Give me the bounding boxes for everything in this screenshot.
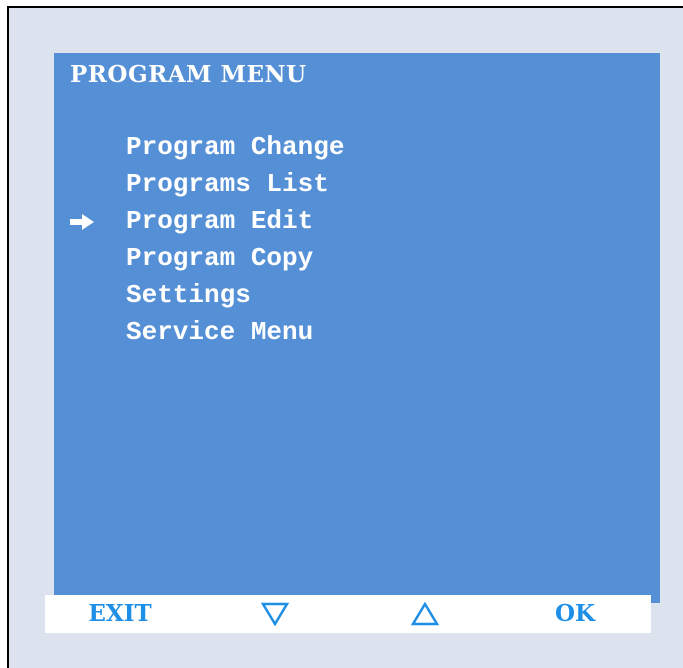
down-button[interactable] [250, 595, 300, 633]
arrow-right-icon [70, 214, 94, 230]
triangle-up-icon [411, 602, 439, 626]
menu-item-label: Service Menu [126, 317, 314, 347]
softkey-bar: EXIT OK [45, 595, 651, 633]
page-title: PROGRAM MENU [70, 61, 307, 88]
menu-item-label: Program Copy [126, 243, 314, 273]
menu-item-service-menu[interactable]: Service Menu [54, 314, 660, 351]
menu-item-label: Programs List [126, 169, 329, 199]
menu-item-label: Settings [126, 280, 251, 310]
menu-item-label: Program Edit [126, 206, 314, 236]
menu-item-programs-list[interactable]: Programs List [54, 166, 660, 203]
menu-item-program-change[interactable]: Program Change [54, 129, 660, 166]
up-button[interactable] [400, 595, 450, 633]
lcd-screen: PROGRAM MENU Program Change Programs Lis… [54, 53, 660, 603]
exit-button[interactable]: EXIT [75, 595, 165, 633]
menu-item-settings[interactable]: Settings [54, 277, 660, 314]
ok-button[interactable]: OK [545, 595, 605, 633]
program-menu-list: Program Change Programs List Program Edi… [54, 129, 660, 351]
menu-item-label: Program Change [126, 132, 345, 162]
triangle-down-icon [261, 602, 289, 626]
menu-item-program-edit[interactable]: Program Edit [54, 203, 660, 240]
menu-item-program-copy[interactable]: Program Copy [54, 240, 660, 277]
device-frame: PROGRAM MENU Program Change Programs Lis… [7, 6, 683, 668]
